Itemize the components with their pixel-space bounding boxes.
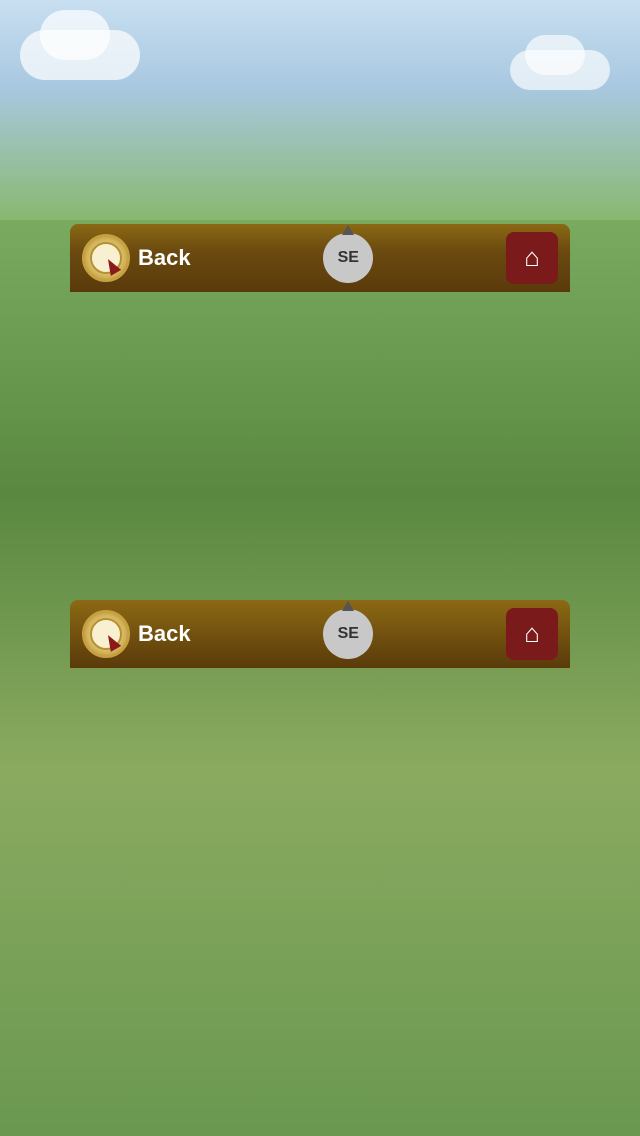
home-button[interactable]: ⌂	[506, 232, 558, 284]
back-label: Back	[138, 245, 191, 271]
tools-direction-label: SE	[338, 625, 359, 643]
tools-back-button[interactable]: Back	[82, 610, 191, 658]
tools-home-button[interactable]: ⌂	[506, 608, 558, 660]
nav-bar: Back SE ⌂	[70, 224, 570, 292]
home-icon: ⌂	[524, 243, 540, 273]
tools-nav-bar: Back SE ⌂	[70, 600, 570, 668]
tools-compass-logo	[82, 610, 130, 658]
tools-compass-direction: SE	[323, 609, 373, 659]
direction-label: SE	[338, 249, 359, 267]
tools-back-label: Back	[138, 621, 191, 647]
north-triangle	[342, 225, 354, 235]
tools-north-triangle	[342, 601, 354, 611]
compass-logo	[82, 234, 130, 282]
back-button[interactable]: Back	[82, 234, 191, 282]
compass-direction: SE	[323, 233, 373, 283]
tools-home-icon: ⌂	[524, 619, 540, 649]
